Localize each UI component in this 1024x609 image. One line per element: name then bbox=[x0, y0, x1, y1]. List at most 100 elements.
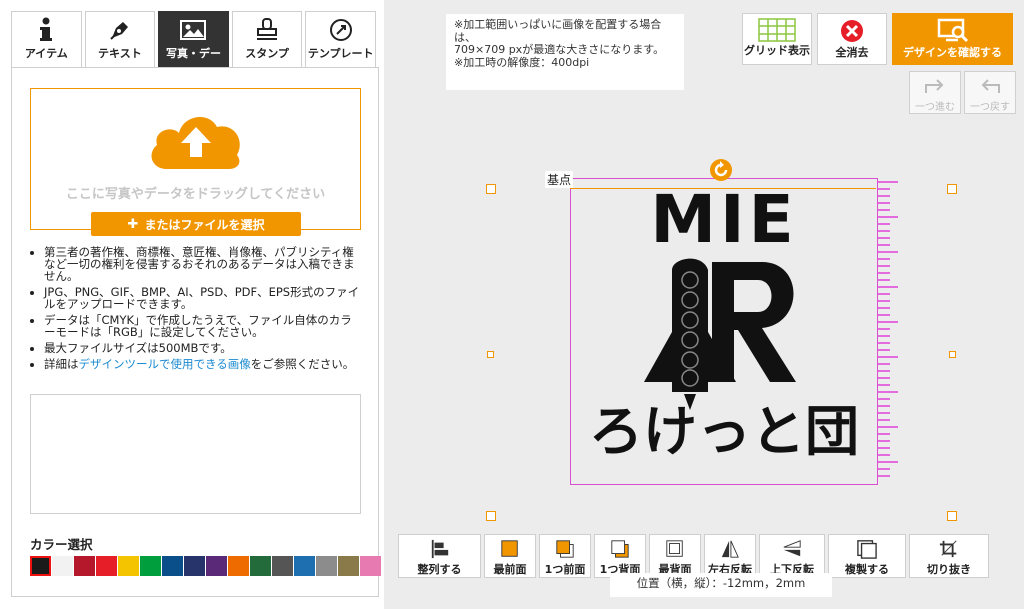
flip-horizontal-button[interactable]: 左右反転 bbox=[704, 534, 756, 578]
note-copyright: 第三者の著作権、商標権、意匠権、肖像権、パブリシティ権など一切の権利を侵害するお… bbox=[44, 246, 360, 282]
undo-button[interactable]: 一つ戻す bbox=[964, 71, 1016, 114]
tab-template[interactable]: テンプレート bbox=[305, 11, 376, 67]
resize-handle-top-left[interactable] bbox=[486, 184, 496, 194]
tab-item[interactable]: アイテム bbox=[11, 11, 82, 67]
note-details-pre: 詳細は bbox=[44, 357, 79, 371]
resize-handle-bottom-left[interactable] bbox=[486, 511, 496, 521]
logo-artwork[interactable]: MIE ろけっと団 bbox=[572, 182, 876, 482]
redo-button[interactable]: 一つ進む bbox=[909, 71, 961, 114]
color-swatch[interactable] bbox=[52, 556, 73, 576]
note-color-mode: データは「CMYK」で作成したうえで、ファイル自体のカラーモードは「RGB」に設… bbox=[44, 314, 360, 338]
notice-line-3: ※加工時の解像度：400dpi bbox=[454, 55, 590, 69]
bring-forward-icon bbox=[556, 540, 574, 558]
color-select-title: カラー選択 bbox=[30, 537, 93, 552]
color-swatch[interactable] bbox=[206, 556, 227, 576]
notice-line-1: ※加工範囲いっぱいに画像を配置する場合は、 bbox=[454, 18, 662, 44]
resize-handle-right[interactable] bbox=[949, 351, 956, 358]
send-to-back-button[interactable]: 最背面 bbox=[649, 534, 701, 578]
duplicate-button[interactable]: 複製する bbox=[828, 534, 906, 578]
color-swatch[interactable] bbox=[250, 556, 271, 576]
grid-button[interactable]: グリッド表示 bbox=[742, 13, 812, 65]
resize-handle-top-right[interactable] bbox=[947, 184, 957, 194]
tab-stamp[interactable]: スタンプ bbox=[231, 11, 303, 67]
color-swatch[interactable] bbox=[316, 556, 337, 576]
redo-icon bbox=[925, 79, 944, 93]
redo-label: 一つ進む bbox=[915, 102, 955, 113]
upload-dropzone[interactable]: ここに写真やデータをドラッグしてください ✚ またはファイルを選択 bbox=[30, 88, 361, 236]
color-swatch[interactable] bbox=[118, 556, 139, 576]
upload-notes: 第三者の著作権、商標権、意匠権、肖像権、パブリシティ権など一切の権利を侵害するお… bbox=[30, 246, 360, 374]
color-swatch[interactable] bbox=[140, 556, 161, 576]
usable-images-link[interactable]: デザインツールで使用できる画像 bbox=[79, 357, 251, 371]
base-point-label: 基点 bbox=[545, 171, 574, 188]
color-swatch[interactable] bbox=[74, 556, 95, 576]
flip-horizontal-icon bbox=[721, 540, 739, 558]
grid-label: グリッド表示 bbox=[744, 44, 810, 57]
color-swatch[interactable] bbox=[360, 556, 381, 576]
clear-icon bbox=[841, 20, 863, 42]
color-swatch[interactable] bbox=[338, 556, 359, 576]
info-icon bbox=[36, 16, 56, 44]
tab-item-label: アイテム bbox=[24, 47, 68, 60]
uploaded-images-area[interactable] bbox=[30, 394, 361, 514]
dropzone-text: ここに写真やデータをドラッグしてください bbox=[65, 187, 326, 202]
image-icon bbox=[179, 16, 207, 44]
undo-icon bbox=[981, 79, 1000, 93]
resize-handle-left[interactable] bbox=[487, 351, 494, 358]
pen-icon bbox=[108, 16, 132, 44]
note-details: 詳細はデザインツールで使用できる画像をご参照ください。 bbox=[44, 358, 360, 370]
tab-stamp-label: スタンプ bbox=[245, 47, 289, 60]
template-icon bbox=[328, 16, 354, 44]
flip-vertical-icon bbox=[783, 540, 801, 557]
color-swatch[interactable] bbox=[184, 556, 205, 576]
clear-all-label: 全消去 bbox=[835, 46, 869, 59]
front-most-label: 最前面 bbox=[493, 563, 527, 576]
bring-forward-button[interactable]: 1つ前面 bbox=[539, 534, 591, 578]
color-swatch[interactable] bbox=[294, 556, 315, 576]
stamp-icon bbox=[254, 16, 280, 44]
color-swatch[interactable] bbox=[228, 556, 249, 576]
send-backward-button[interactable]: 1つ背面 bbox=[594, 534, 646, 578]
monitor-search-icon bbox=[937, 18, 968, 43]
crop-icon bbox=[939, 540, 957, 558]
resize-handle-bottom-right[interactable] bbox=[947, 511, 957, 521]
duplicate-icon bbox=[857, 540, 877, 559]
color-swatch[interactable] bbox=[272, 556, 293, 576]
tab-photo-label: 写真・デー bbox=[165, 47, 221, 60]
color-swatch[interactable] bbox=[30, 556, 51, 576]
bottom-toolbar: 整列する 最前面 1つ前面 1つ背面 最背面 左右反転 上下反転 複製する 切り… bbox=[398, 534, 992, 578]
crop-button[interactable]: 切り抜き bbox=[909, 534, 989, 578]
tab-template-label: テンプレート bbox=[307, 47, 374, 60]
flip-vertical-button[interactable]: 上下反転 bbox=[759, 534, 825, 578]
align-icon bbox=[431, 539, 448, 559]
clear-all-button[interactable]: 全消去 bbox=[817, 13, 887, 65]
tab-photo-data[interactable]: 写真・デー bbox=[158, 11, 229, 67]
note-formats: JPG、PNG、GIF、BMP、AI、PSD、PDF、EPS形式のファイルをアッ… bbox=[44, 286, 360, 310]
position-readout: 位置（横，縦）：-12mm，2mm bbox=[610, 573, 832, 597]
bring-to-front-icon bbox=[501, 540, 518, 557]
notice-box: ※加工範囲いっぱいに画像を配置する場合は、 709×709 pxが最適な大きさに… bbox=[446, 14, 684, 90]
rotate-handle-icon[interactable] bbox=[708, 157, 734, 183]
tab-text[interactable]: テキスト bbox=[84, 11, 156, 67]
choose-file-button[interactable]: ✚ またはファイルを選択 bbox=[91, 212, 301, 236]
tool-tabs: アイテム テキスト 写真・デー スタンプ テンプレート bbox=[11, 11, 379, 67]
confirm-design-label: デザインを確認する bbox=[903, 46, 1002, 59]
color-swatch[interactable] bbox=[162, 556, 183, 576]
logo-text-mie: MIE bbox=[650, 182, 797, 258]
send-backward-icon bbox=[611, 540, 629, 558]
choose-file-label: またはファイルを選択 bbox=[144, 217, 265, 232]
align-button[interactable]: 整列する bbox=[398, 534, 481, 578]
duplicate-label: 複製する bbox=[845, 563, 889, 576]
vertical-ruler bbox=[878, 181, 898, 477]
note-details-post: をご参照ください。 bbox=[250, 357, 355, 371]
send-to-back-icon bbox=[666, 540, 683, 557]
logo-text-rocket: ろけっと団 bbox=[589, 400, 859, 463]
note-max-size: 最大ファイルサイズは500MBです。 bbox=[44, 342, 360, 354]
tab-text-label: テキスト bbox=[98, 47, 142, 60]
confirm-design-button[interactable]: デザインを確認する bbox=[892, 13, 1013, 65]
bring-to-front-button[interactable]: 最前面 bbox=[484, 534, 536, 578]
crop-label: 切り抜き bbox=[927, 563, 971, 576]
photo-panel: ここに写真やデータをドラッグしてください ✚ またはファイルを選択 第三者の著作… bbox=[11, 67, 381, 597]
color-swatch[interactable] bbox=[96, 556, 117, 576]
notice-line-2: 709×709 pxが最適な大きさになります。 bbox=[454, 43, 665, 56]
